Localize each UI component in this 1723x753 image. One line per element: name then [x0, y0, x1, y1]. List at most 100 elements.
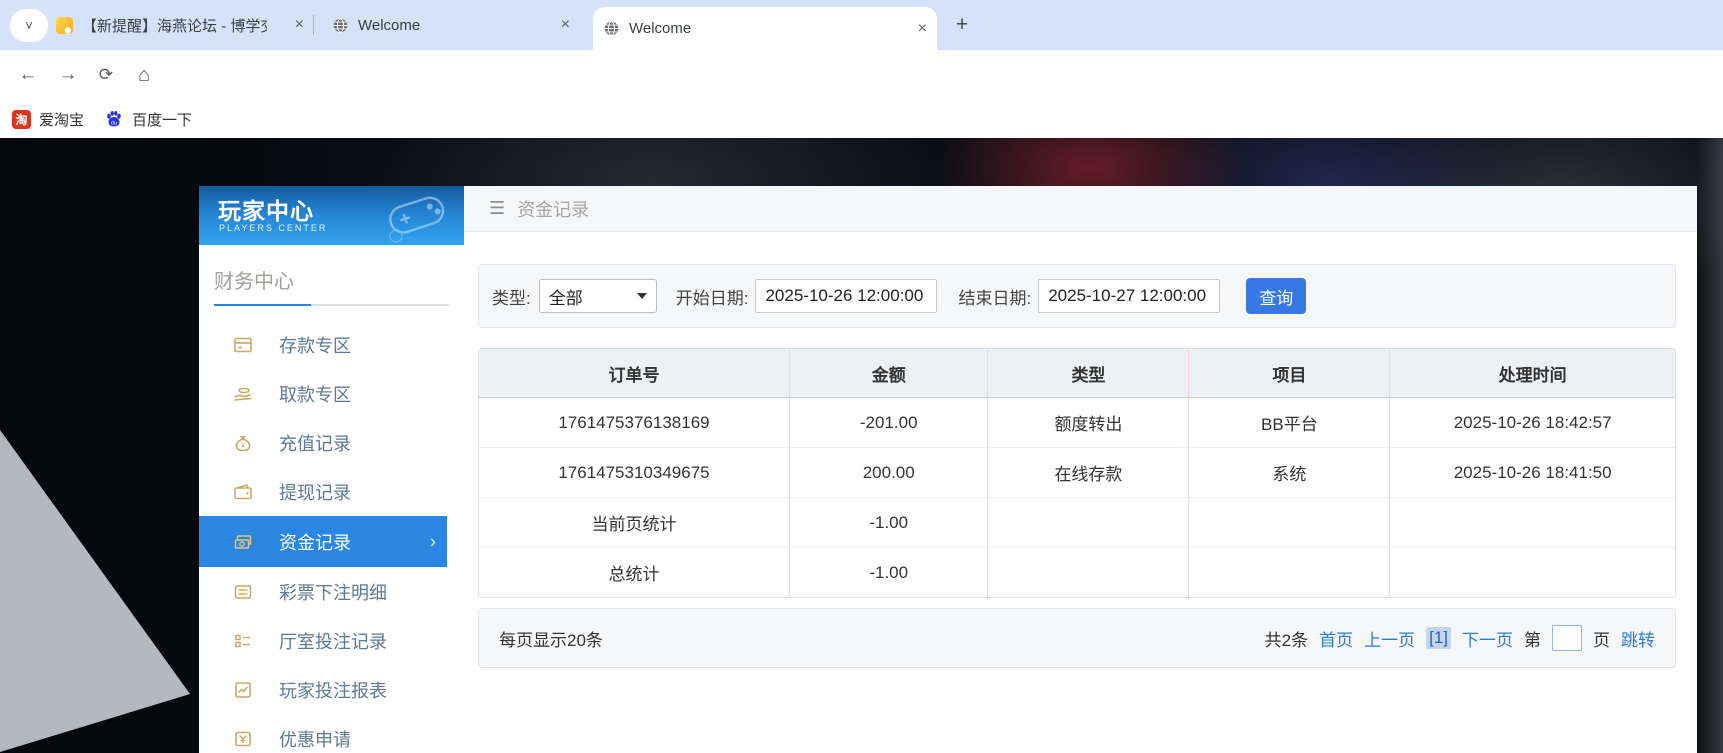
svg-text:¥: ¥: [241, 440, 246, 449]
project-cell: 系统: [1189, 448, 1390, 497]
column-header: 订单号: [479, 349, 790, 397]
hamburger-icon[interactable]: ☰: [489, 198, 505, 219]
forward-button[interactable]: →: [54, 62, 82, 88]
tab-haiyan-forum[interactable]: 【新提醒】海燕论坛 - 博学交流 ×: [46, 0, 314, 50]
amount-cell: -1.00: [790, 498, 989, 547]
next-page-link[interactable]: 下一页: [1462, 626, 1513, 651]
background-glow-decoration: [1697, 138, 1723, 753]
amount-cell: -201.00: [790, 398, 989, 447]
wallet-icon: [233, 482, 253, 502]
jump-link[interactable]: 跳转: [1621, 626, 1655, 651]
baidu-paw-icon: du: [104, 109, 124, 129]
sidebar-item-recharge[interactable]: ¥ 充值记录: [199, 418, 464, 467]
tab-title: 【新提醒】海燕论坛 - 博学交流: [82, 15, 267, 36]
tab-strip: ˅ 【新提醒】海燕论坛 - 博学交流 × Welcome ×: [0, 0, 1723, 50]
empty-cell: [1390, 548, 1675, 597]
pagination-controls: 共2条 首页 上一页 [1] 下一页 第 页 跳转: [1265, 625, 1655, 651]
order-id-cell: 1761475310349675: [479, 448, 790, 497]
sidebar-item-lottery-bets[interactable]: 彩票下注明细: [199, 567, 464, 616]
label-cell: 当前页统计: [479, 498, 790, 547]
first-page-link[interactable]: 首页: [1319, 626, 1353, 651]
prev-page-link[interactable]: 上一页: [1364, 626, 1415, 651]
home-icon: ⌂: [138, 64, 150, 87]
deposit-card-icon: [233, 335, 253, 355]
sidebar-menu: 存款专区 取款专区 ¥ 充值记录 提现记录: [199, 320, 464, 753]
gamepad-icon: [376, 188, 458, 244]
start-date-label: 开始日期:: [676, 284, 749, 309]
lottery-list-icon: [233, 582, 253, 602]
column-header: 金额: [790, 349, 989, 397]
back-arrow-icon: ←: [19, 64, 38, 86]
type-select[interactable]: 全部: [539, 279, 657, 313]
table-header-row: 订单号 金额 类型 项目 处理时间: [479, 349, 1675, 398]
tab-welcome-active[interactable]: Welcome ×: [593, 7, 937, 50]
table-row-page-total: 当前页统计 -1.00: [479, 498, 1675, 548]
home-button[interactable]: ⌂: [130, 62, 158, 88]
page-number-input[interactable]: [1552, 625, 1582, 651]
empty-cell: [1390, 498, 1675, 547]
bookmark-label: 爱淘宝: [39, 109, 84, 130]
jump-prefix-text: 第: [1524, 626, 1541, 651]
table-row-grand-total: 总统计 -1.00: [479, 548, 1675, 597]
type-cell: 在线存款: [988, 448, 1189, 497]
browser-window: ˅ 【新提醒】海燕论坛 - 博学交流 × Welcome ×: [0, 0, 1723, 753]
sidebar-item-hall-bets[interactable]: 厅室投注记录: [199, 616, 464, 665]
table-row: 1761475376138169 -201.00 额度转出 BB平台 2025-…: [479, 398, 1675, 448]
sidebar-item-funds-active[interactable]: 资金记录 ›: [199, 516, 447, 567]
section-underline: [214, 304, 449, 306]
player-center-sidebar: 玩家中心 PLAYERS CENTER 财务中心: [199, 186, 464, 753]
banknotes-icon: [233, 532, 253, 552]
sidebar-item-label: 玩家投注报表: [279, 677, 387, 703]
taobao-icon: 淘: [12, 110, 31, 129]
label-cell: 总统计: [479, 548, 790, 597]
bookmark-taobao[interactable]: 淘 爱淘宝: [12, 100, 84, 138]
funds-table: 订单号 金额 类型 项目 处理时间 1761475376138169 -201.…: [478, 348, 1676, 598]
yellow-favicon-icon: [56, 17, 73, 34]
tab-welcome-1[interactable]: Welcome ×: [322, 0, 580, 50]
sidebar-header: 玩家中心 PLAYERS CENTER: [199, 186, 464, 245]
funds-record-panel: ☰ 资金记录 类型: 全部 开始日期: 2025-10-26 12:00:00 …: [464, 186, 1697, 753]
new-tab-button[interactable]: +: [948, 11, 976, 39]
close-icon[interactable]: ×: [295, 17, 304, 33]
chevron-right-icon: ›: [430, 531, 436, 552]
sidebar-item-promo[interactable]: 优惠申请: [199, 714, 464, 753]
table-row: 1761475310349675 200.00 在线存款 系统 2025-10-…: [479, 448, 1675, 498]
amount-cell: 200.00: [790, 448, 989, 497]
forward-arrow-icon: →: [59, 64, 78, 86]
start-date-value: 2025-10-26 12:00:00: [765, 286, 923, 306]
sidebar-item-label: 彩票下注明细: [279, 579, 387, 605]
back-button[interactable]: ←: [14, 62, 42, 88]
end-date-input[interactable]: 2025-10-27 12:00:00: [1038, 279, 1220, 313]
empty-cell: [988, 498, 1189, 547]
sidebar-item-deposit[interactable]: 存款专区: [199, 320, 464, 369]
sidebar-title: 玩家中心: [218, 192, 314, 226]
sidebar-item-label: 充值记录: [279, 430, 351, 456]
total-count-text: 共2条: [1265, 626, 1308, 651]
sidebar-item-label: 存款专区: [279, 332, 351, 358]
sidebar-item-label: 资金记录: [279, 529, 351, 555]
tab-search-chevron-button[interactable]: ˅: [10, 9, 48, 42]
bookmark-baidu[interactable]: du 百度一下: [104, 100, 192, 138]
search-button[interactable]: 查询: [1246, 278, 1306, 314]
close-icon[interactable]: ×: [561, 17, 570, 33]
sidebar-item-label: 取款专区: [279, 381, 351, 407]
start-date-input[interactable]: 2025-10-26 12:00:00: [755, 279, 937, 313]
globe-icon: [603, 20, 620, 37]
amount-cell: -1.00: [790, 548, 989, 597]
empty-cell: [1189, 498, 1390, 547]
column-header: 类型: [988, 349, 1189, 397]
globe-icon: [332, 17, 349, 34]
project-cell: BB平台: [1189, 398, 1390, 447]
moneybag-icon: ¥: [233, 433, 253, 453]
sidebar-item-bet-report[interactable]: 玩家投注报表: [199, 665, 464, 714]
chevron-down-icon: ˅: [25, 18, 33, 33]
reload-button[interactable]: ⟳: [92, 62, 120, 88]
sidebar-item-cashout[interactable]: 提现记录: [199, 467, 464, 516]
svg-text:du: du: [111, 120, 117, 126]
close-icon[interactable]: ×: [918, 21, 927, 37]
bookmarks-bar: 淘 爱淘宝 du 百度一下: [0, 100, 1723, 138]
sidebar-item-withdraw[interactable]: 取款专区: [199, 369, 464, 418]
plus-icon: +: [956, 13, 968, 37]
empty-cell: [988, 548, 1189, 597]
current-page-indicator[interactable]: [1]: [1426, 627, 1451, 649]
